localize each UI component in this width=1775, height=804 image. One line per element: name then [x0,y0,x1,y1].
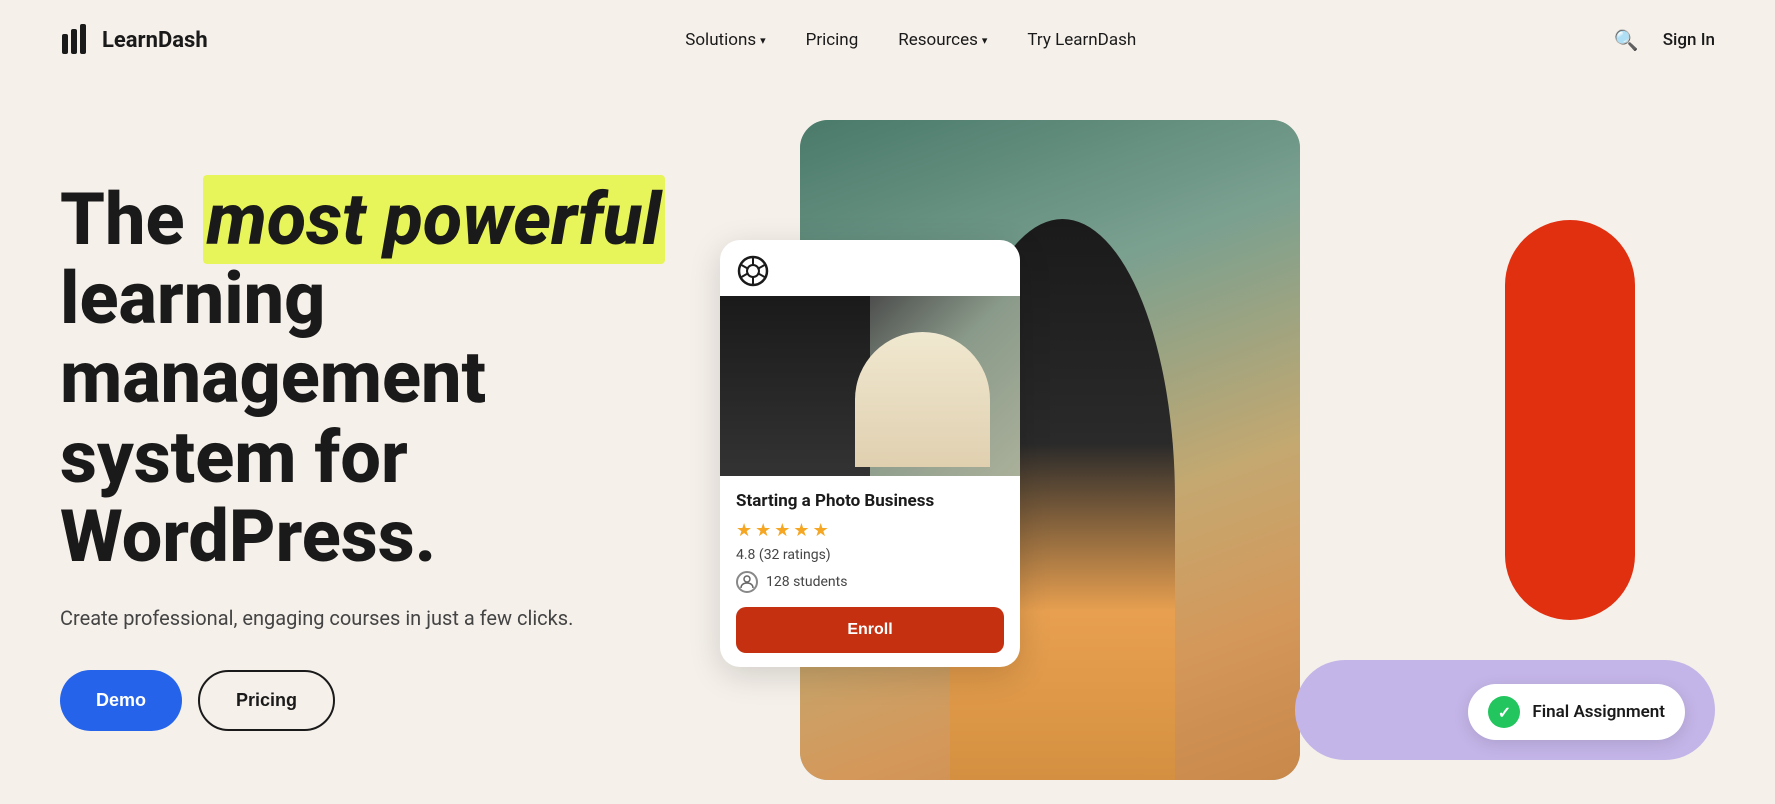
course-card-header [720,240,1020,296]
course-rating: 4.8 (32 ratings) [736,547,1004,563]
enroll-button[interactable]: Enroll [736,607,1004,653]
demo-button[interactable]: Demo [60,670,182,731]
course-card: Starting a Photo Business ★ ★ ★ ★ ★ 4.8 … [720,240,1020,667]
red-shape-decoration [1505,220,1635,620]
pricing-button[interactable]: Pricing [198,670,335,731]
star-4: ★ [793,520,809,541]
star-5: ★ [813,520,829,541]
hero-section: The most powerful learning management sy… [0,80,1775,804]
nav-solutions[interactable]: Solutions ▾ [685,30,765,50]
logo-text: LearnDash [102,28,208,53]
final-assignment-text: Final Assignment [1532,702,1665,722]
nav-pricing[interactable]: Pricing [806,30,859,50]
chevron-down-icon: ▾ [760,34,766,47]
headline-highlight: most powerful [203,175,666,264]
camera-aperture-icon [736,254,770,288]
course-title: Starting a Photo Business [736,490,1004,512]
students-icon [736,571,758,593]
star-3: ★ [774,520,790,541]
hero-buttons: Demo Pricing [60,670,680,731]
final-assignment-badge: ✓ Final Assignment [1468,684,1685,740]
course-students: 128 students [736,571,1004,593]
nav-resources[interactable]: Resources ▾ [898,30,987,50]
hero-headline: The most powerful learning management sy… [60,180,680,576]
course-card-body: Starting a Photo Business ★ ★ ★ ★ ★ 4.8 … [720,476,1020,667]
headline-before: The [60,177,203,262]
star-1: ★ [736,520,752,541]
logo-link[interactable]: LearnDash [60,24,208,56]
hero-right: Starting a Photo Business ★ ★ ★ ★ ★ 4.8 … [680,120,1715,804]
hero-left: The most powerful learning management sy… [60,120,680,731]
course-card-thumbnail [720,296,1020,476]
search-icon[interactable]: 🔍 [1614,28,1639,52]
nav-try-learndash[interactable]: Try LearnDash [1027,30,1136,50]
signin-button[interactable]: Sign In [1663,30,1715,50]
navbar: LearnDash Solutions ▾ Pricing Resources … [0,0,1775,80]
nav-right: 🔍 Sign In [1614,28,1715,52]
logo-icon [60,24,92,56]
course-stars: ★ ★ ★ ★ ★ [736,520,1004,541]
star-2: ★ [755,520,771,541]
hero-subtext: Create professional, engaging courses in… [60,606,680,630]
check-circle-icon: ✓ [1488,696,1520,728]
students-count: 128 students [766,574,847,590]
headline-after: learning management system for WordPress… [60,256,486,579]
nav-center: Solutions ▾ Pricing Resources ▾ Try Lear… [685,30,1136,50]
chevron-down-icon: ▾ [982,34,988,47]
